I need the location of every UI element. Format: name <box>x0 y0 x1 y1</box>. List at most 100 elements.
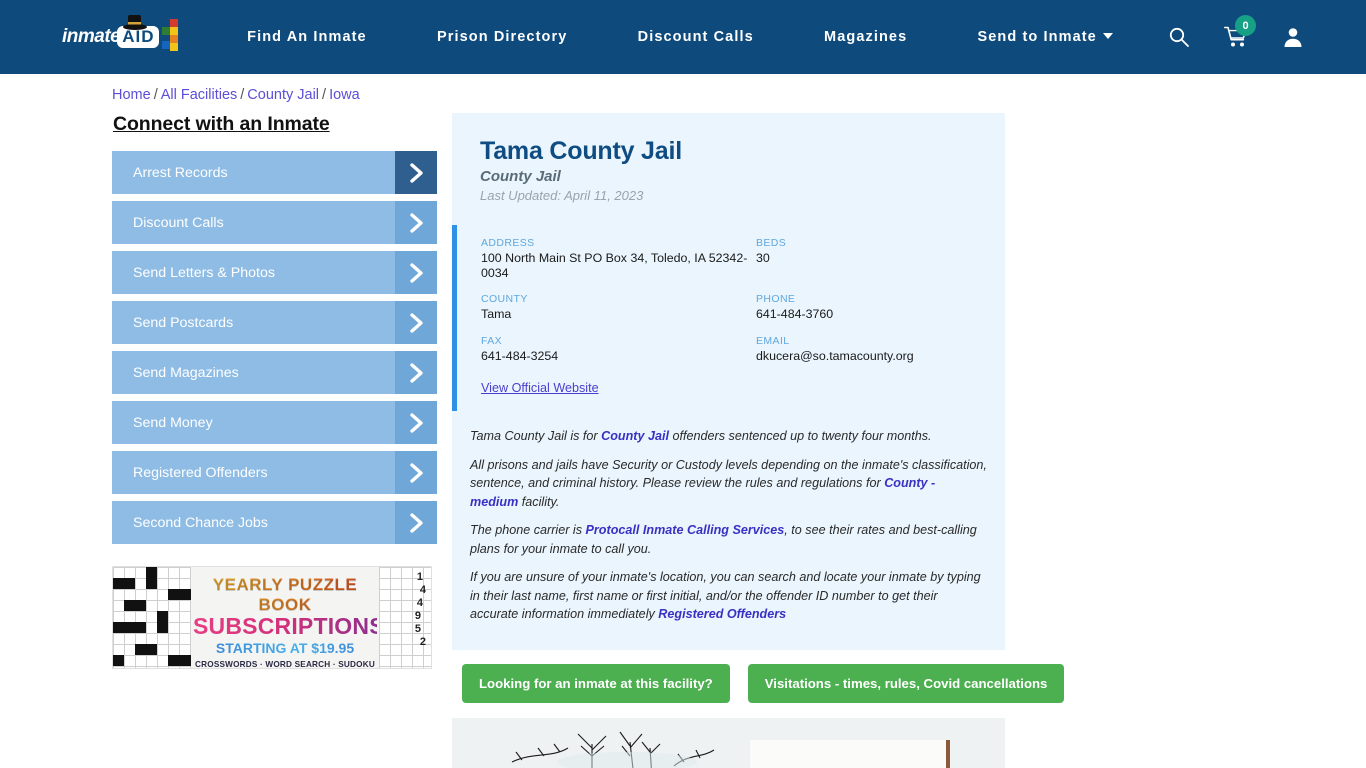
detail-value: Tama <box>481 307 512 321</box>
breadcrumb-separator: / <box>240 87 245 103</box>
ad-text-block: YEARLY PUZZLE BOOK SUBSCRIPTIONS STARTIN… <box>193 575 385 668</box>
cart-count-badge: 0 <box>1235 15 1256 36</box>
breadcrumb-separator: / <box>153 87 158 103</box>
desc-p1-text-b: offenders sentenced up to twenty four mo… <box>669 429 932 443</box>
link-protocall[interactable]: Protocall Inmate Calling Services <box>586 523 785 537</box>
hat-icon <box>123 15 147 30</box>
facility-details-grid: ADDRESS 100 North Main St PO Box 34, Tol… <box>481 237 1005 363</box>
puzzle-book-ad-banner[interactable]: 1 4 4 9 5 2 YEARLY PUZZLE BOOK SUBSCRIPT… <box>112 566 432 669</box>
sidebar-item-label: Second Chance Jobs <box>133 514 268 531</box>
cart-icon[interactable]: 0 <box>1224 15 1256 48</box>
logo-wordmark: inmate <box>62 26 121 47</box>
sidebar-item-label: Send Letters & Photos <box>133 264 275 281</box>
chevron-right-icon <box>395 201 437 244</box>
nav-links: Find An Inmate Prison Directory Discount… <box>212 29 1168 45</box>
page-body: Home / All Facilities / County Jail / Iowa Con… <box>0 74 1366 768</box>
find-inmate-button[interactable]: Looking for an inmate at this facility? <box>462 663 730 703</box>
detail-label: COUNTY <box>481 293 528 305</box>
detail-label: ADDRESS <box>481 237 535 249</box>
sidebar-item-label: Send Magazines <box>133 364 239 381</box>
sidebar-title: Connect with an Inmate <box>113 113 330 135</box>
detail-value: 30 <box>756 251 770 265</box>
sidebar-item-send-money[interactable]: Send Money <box>112 401 437 444</box>
detail-value: 641-484-3760 <box>756 307 834 321</box>
detail-value: dkucera@so.tamacounty.org <box>756 348 914 363</box>
detail-fax: FAX 641-484-3254 <box>481 335 756 364</box>
sudoku-grid-graphic: 1 4 4 9 5 2 <box>379 567 431 668</box>
nav-item-find-an-inmate[interactable]: Find An Inmate <box>247 29 367 45</box>
nav-icon-group: 0 <box>1168 15 1304 48</box>
chevron-right-icon <box>395 251 437 294</box>
breadcrumb-separator: / <box>322 87 327 103</box>
detail-county: COUNTY Tama <box>481 293 756 322</box>
desc-p1-text-a: Tama County Jail is for <box>470 429 602 443</box>
chevron-right-icon <box>395 451 437 494</box>
nav-item-magazines[interactable]: Magazines <box>824 29 907 45</box>
description-paragraph-3: The phone carrier is Protocall Inmate Ca… <box>470 521 987 558</box>
main-content: Tama County Jail County Jail Last Update… <box>452 113 1065 768</box>
visitations-button[interactable]: Visitations - times, rules, Covid cancel… <box>747 663 1065 703</box>
ad-line-1: YEARLY PUZZLE BOOK <box>193 575 377 615</box>
sidebar-item-label: Arrest Records <box>133 164 228 181</box>
page-title: Tama County Jail <box>480 137 682 165</box>
photo-wall-element <box>750 739 950 768</box>
nav-item-discount-calls[interactable]: Discount Calls <box>638 29 754 45</box>
facility-type: County Jail <box>480 168 561 185</box>
sidebar: Connect with an Inmate Arrest Records Di… <box>112 113 437 768</box>
sidebar-item-label: Registered Offenders <box>133 464 268 481</box>
chevron-right-icon <box>395 301 437 344</box>
site-logo[interactable]: inmate AID <box>62 15 182 57</box>
link-county-jail[interactable]: County Jail <box>601 429 669 443</box>
detail-value: 641-484-3254 <box>481 348 559 363</box>
description-paragraph-1: Tama County Jail is for County Jail offe… <box>470 427 987 446</box>
detail-label: PHONE <box>756 293 796 305</box>
sidebar-item-send-magazines[interactable]: Send Magazines <box>112 351 437 394</box>
sudoku-digits: 1 4 4 9 5 2 <box>414 571 426 648</box>
view-official-website-link[interactable]: View Official Website <box>481 381 599 395</box>
facility-photo <box>452 717 1005 768</box>
breadcrumb-item-home[interactable]: Home <box>112 87 151 103</box>
facility-details-panel: ADDRESS 100 North Main St PO Box 34, Tol… <box>452 225 1005 411</box>
user-icon[interactable] <box>1282 26 1304 48</box>
breadcrumb-item-county-jail[interactable]: County Jail <box>247 87 319 103</box>
detail-label: BEDS <box>756 237 787 249</box>
facility-card: Tama County Jail County Jail Last Update… <box>452 113 1005 650</box>
sidebar-item-send-letters-photos[interactable]: Send Letters & Photos <box>112 251 437 294</box>
facility-description: Tama County Jail is for County Jail offe… <box>452 411 1005 624</box>
breadcrumb-item-iowa: Iowa <box>329 87 360 103</box>
description-paragraph-4: If you are unsure of your inmate's locat… <box>470 568 987 624</box>
sidebar-item-send-postcards[interactable]: Send Postcards <box>112 301 437 344</box>
last-updated-text: Last Updated: April 11, 2023 <box>480 188 644 203</box>
chevron-right-icon <box>395 401 437 444</box>
ad-line-2: SUBSCRIPTIONS <box>193 613 385 639</box>
sidebar-item-label: Send Postcards <box>133 314 234 331</box>
detail-address: ADDRESS 100 North Main St PO Box 34, Tol… <box>481 237 756 280</box>
detail-phone: PHONE 641-484-3760 <box>756 293 1005 322</box>
desc-p2-text-b: facility. <box>518 494 560 509</box>
logo-blocks-icon <box>162 19 178 51</box>
sidebar-item-discount-calls[interactable]: Discount Calls <box>112 201 437 244</box>
sidebar-item-registered-offenders[interactable]: Registered Offenders <box>112 451 437 494</box>
desc-p3-text-a: The phone carrier is <box>470 523 586 537</box>
breadcrumb: Home / All Facilities / County Jail / Iowa <box>112 87 1366 103</box>
sidebar-item-second-chance-jobs[interactable]: Second Chance Jobs <box>112 501 437 544</box>
link-registered-offenders[interactable]: Registered Offenders <box>658 607 786 621</box>
breadcrumb-item-all-facilities[interactable]: All Facilities <box>161 87 238 103</box>
detail-label: FAX <box>481 334 503 347</box>
detail-beds: BEDS 30 <box>756 237 1005 280</box>
chevron-down-icon <box>1102 33 1113 39</box>
ad-line-3: STARTING AT $19.95 <box>193 640 377 656</box>
content-columns: Connect with an Inmate Arrest Records Di… <box>0 113 1366 768</box>
chevron-right-icon <box>395 351 437 394</box>
crossword-grid-graphic <box>113 567 191 668</box>
nav-item-prison-directory[interactable]: Prison Directory <box>437 29 567 45</box>
sidebar-item-arrest-records[interactable]: Arrest Records <box>112 151 437 194</box>
nav-item-send-to-inmate[interactable]: Send to Inmate <box>978 29 1113 45</box>
top-navigation-bar: inmate AID Find An Inmate Prison Directo… <box>0 0 1366 74</box>
description-paragraph-2: All prisons and jails have Security or C… <box>470 456 987 512</box>
sidebar-item-label: Send Money <box>133 414 213 431</box>
chevron-right-icon <box>395 501 437 544</box>
chevron-right-icon <box>395 151 437 194</box>
nav-item-send-to-inmate-label: Send to Inmate <box>977 29 1097 45</box>
search-icon[interactable] <box>1168 26 1190 48</box>
